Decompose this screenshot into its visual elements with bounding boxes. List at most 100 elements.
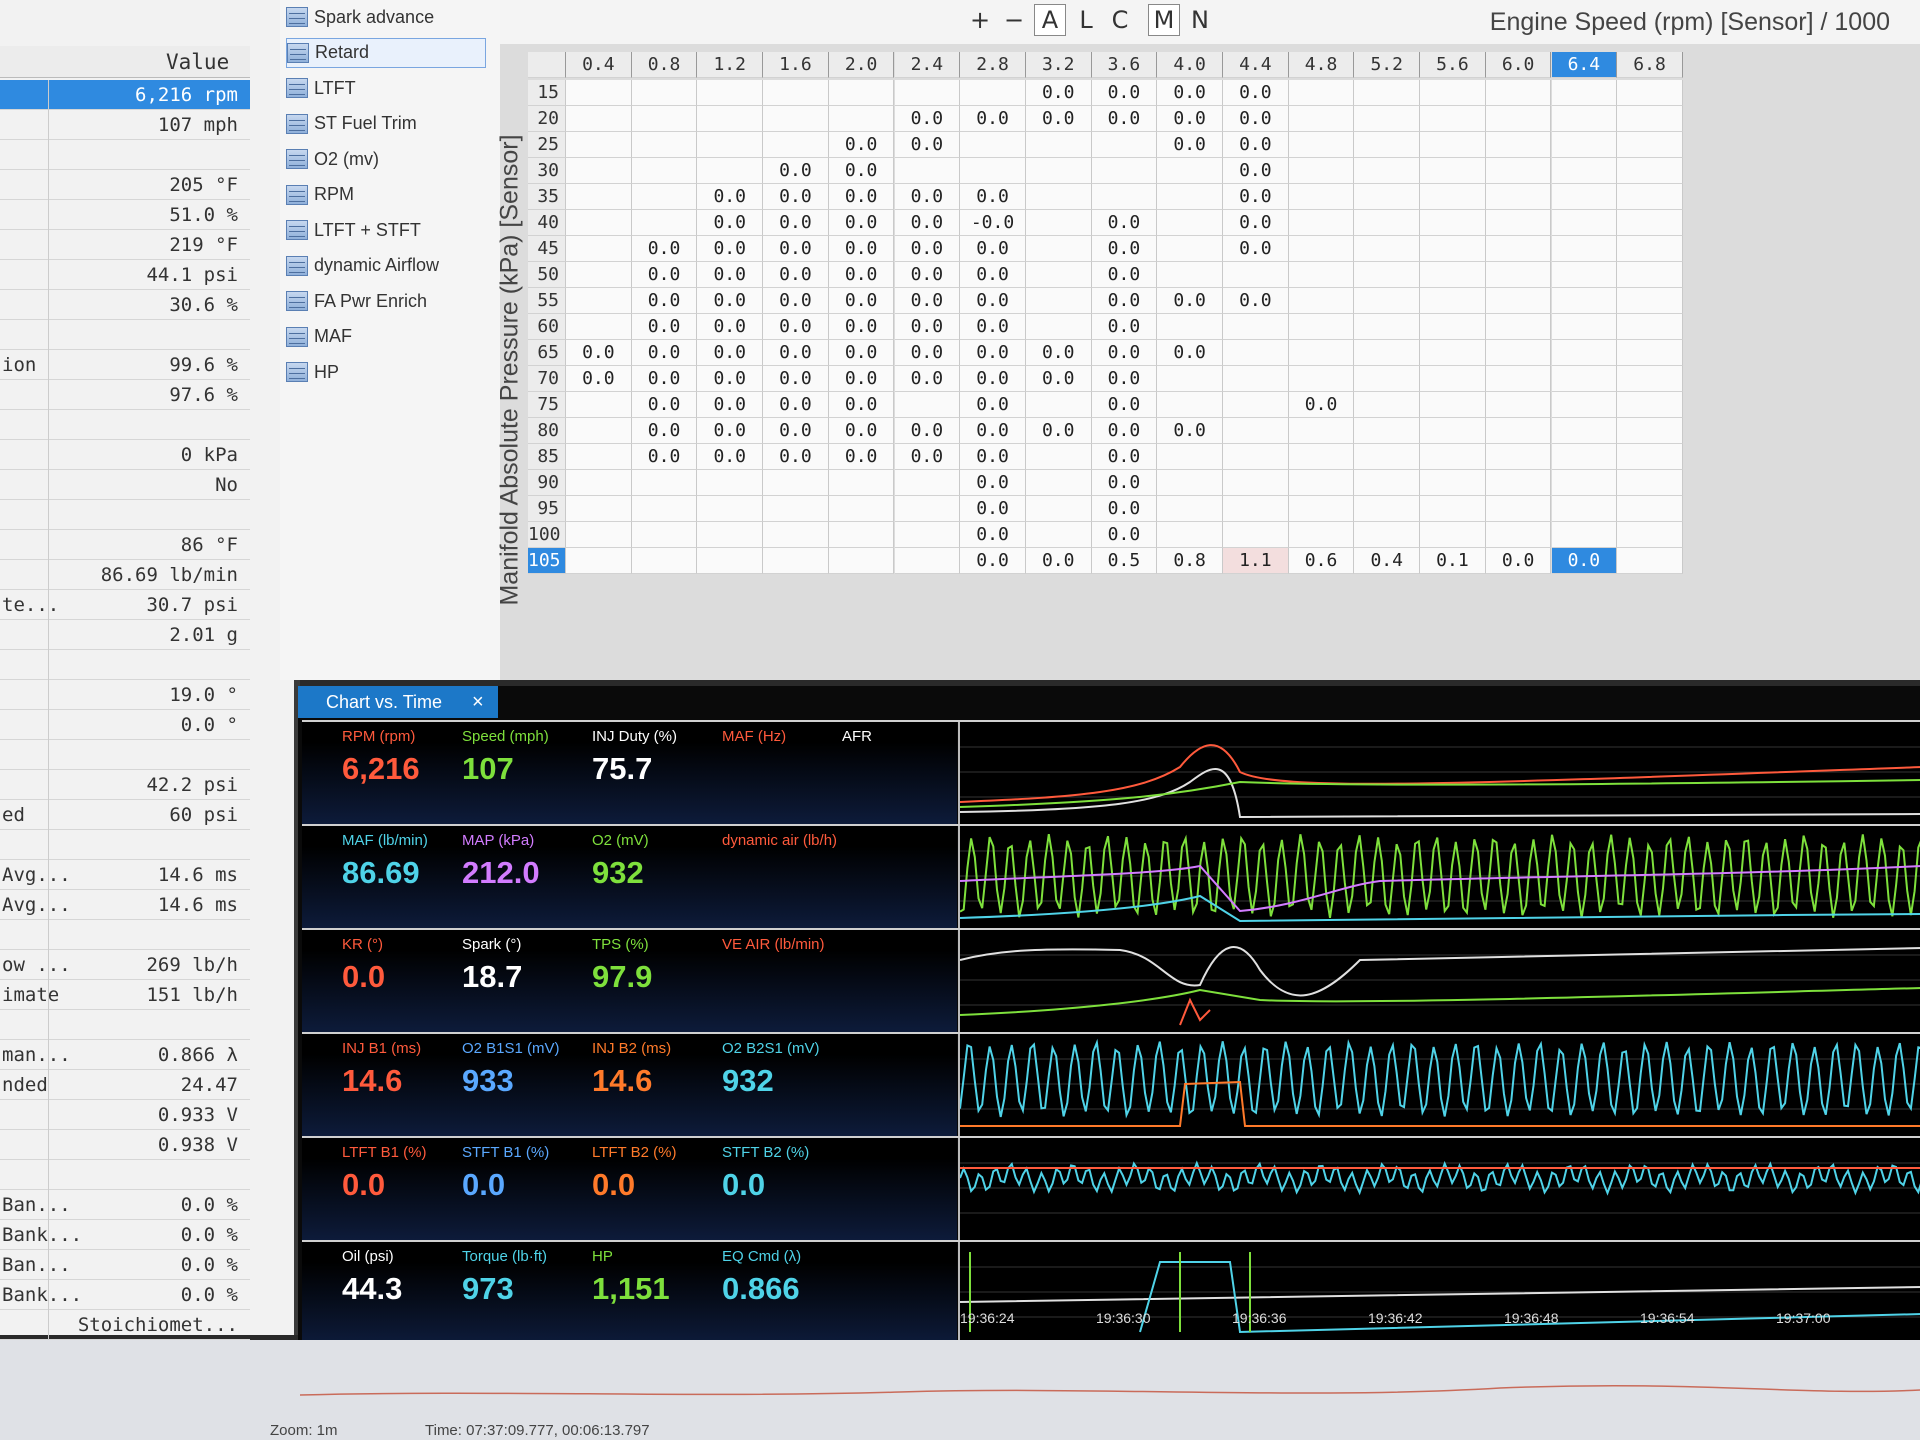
column-header[interactable]: 4.0 xyxy=(1157,52,1223,78)
value-column-header[interactable]: Value xyxy=(0,46,250,78)
parameter-row[interactable] xyxy=(0,740,250,770)
parameter-row[interactable]: Bank... 0.0 % xyxy=(0,1220,250,1250)
auto-button[interactable]: A xyxy=(1034,4,1066,36)
grid-cell[interactable] xyxy=(1551,418,1618,444)
row-header[interactable]: 15 xyxy=(528,80,566,106)
grid-cell[interactable] xyxy=(1617,496,1683,522)
grid-cell[interactable] xyxy=(1420,444,1486,470)
grid-cell[interactable] xyxy=(763,106,829,132)
row-header[interactable]: 80 xyxy=(528,418,566,444)
column-header[interactable]: 1.2 xyxy=(697,52,764,78)
grid-cell[interactable]: 0.0 xyxy=(960,314,1026,340)
grid-cell[interactable] xyxy=(1551,184,1618,210)
grid-cell[interactable] xyxy=(631,496,698,522)
grid-cell[interactable] xyxy=(1485,210,1552,236)
grid-cell[interactable] xyxy=(631,548,698,574)
grid-cell[interactable] xyxy=(1485,80,1552,106)
grid-cell[interactable] xyxy=(1223,470,1289,496)
grid-cell[interactable]: 0.0 xyxy=(1091,288,1158,314)
grid-cell[interactable] xyxy=(1617,80,1683,106)
grid-cell[interactable] xyxy=(828,522,895,548)
grid-cell[interactable] xyxy=(1485,470,1552,496)
grid-cell[interactable] xyxy=(828,106,895,132)
grid-cell[interactable] xyxy=(1617,366,1683,392)
row-header[interactable]: 100 xyxy=(528,522,566,548)
grid-cell[interactable]: 0.0 xyxy=(1288,392,1355,418)
grid-cell[interactable] xyxy=(1617,340,1683,366)
grid-cell[interactable] xyxy=(1025,496,1092,522)
grid-cell[interactable] xyxy=(894,158,961,184)
grid-cell[interactable]: 0.0 xyxy=(697,444,764,470)
parameter-row[interactable]: 107 mph xyxy=(0,110,250,140)
grid-cell[interactable]: 0.0 xyxy=(828,158,895,184)
grid-cell[interactable]: 0.0 xyxy=(1157,340,1223,366)
grid-cell[interactable] xyxy=(697,522,764,548)
gauge-readout[interactable]: STFT B2 (%) 0.0 xyxy=(722,1144,852,1203)
grid-cell[interactable]: 0.0 xyxy=(631,392,698,418)
map-list-item[interactable]: Retard xyxy=(286,37,486,68)
grid-cell[interactable] xyxy=(566,314,632,340)
grid-cell[interactable] xyxy=(1025,522,1092,548)
grid-cell[interactable] xyxy=(1354,470,1421,496)
grid-cell[interactable] xyxy=(566,158,632,184)
gauge-readout[interactable]: RPM (rpm) 6,216 xyxy=(342,728,472,787)
grid-cell[interactable]: 0.0 xyxy=(960,548,1026,574)
grid-cell[interactable]: 0.0 xyxy=(1091,340,1158,366)
trace-plot[interactable] xyxy=(958,722,1920,824)
grid-cell[interactable]: 0.0 xyxy=(1551,548,1618,574)
grid-cell[interactable]: 0.0 xyxy=(1025,366,1092,392)
grid-cell[interactable]: 0.0 xyxy=(1223,158,1289,184)
grid-cell[interactable]: 0.0 xyxy=(697,366,764,392)
grid-cell[interactable] xyxy=(1551,106,1618,132)
gauge-readout[interactable]: dynamic air (lb/h) xyxy=(722,832,852,855)
grid-cell[interactable]: 0.0 xyxy=(960,366,1026,392)
parameter-row[interactable]: Stoichiomet... xyxy=(0,1310,250,1340)
grid-cell[interactable]: 0.0 xyxy=(1157,418,1223,444)
grid-cell[interactable] xyxy=(1354,106,1421,132)
row-header[interactable]: 85 xyxy=(528,444,566,470)
grid-cell[interactable] xyxy=(1420,106,1486,132)
grid-cell[interactable]: 0.0 xyxy=(828,236,895,262)
grid-cell[interactable] xyxy=(1223,392,1289,418)
parameter-row[interactable]: 44.1 psi xyxy=(0,260,250,290)
parameter-row[interactable]: 86.69 lb/min xyxy=(0,560,250,590)
column-header[interactable]: 3.2 xyxy=(1025,52,1092,78)
grid-cell[interactable] xyxy=(1420,366,1486,392)
map-list-item[interactable]: O2 (mv) xyxy=(286,144,486,174)
grid-cell[interactable]: 0.0 xyxy=(763,236,829,262)
gauge-readout[interactable]: MAF (lb/min) 86.69 xyxy=(342,832,472,891)
grid-cell[interactable]: 0.0 xyxy=(960,340,1026,366)
trace-plot[interactable] xyxy=(958,1034,1920,1136)
grid-cell[interactable] xyxy=(1617,392,1683,418)
grid-cell[interactable] xyxy=(1288,444,1355,470)
row-header[interactable]: 25 xyxy=(528,132,566,158)
parameter-row[interactable] xyxy=(0,830,250,860)
parameter-row[interactable]: 219 °F xyxy=(0,230,250,260)
grid-cell[interactable]: 0.0 xyxy=(894,366,961,392)
row-header[interactable]: 95 xyxy=(528,496,566,522)
row-header[interactable]: 70 xyxy=(528,366,566,392)
row-header[interactable]: 45 xyxy=(528,236,566,262)
column-header[interactable]: 6.4 xyxy=(1551,52,1618,78)
grid-cell[interactable] xyxy=(1617,470,1683,496)
grid-cell[interactable] xyxy=(1354,184,1421,210)
grid-cell[interactable]: 0.0 xyxy=(631,366,698,392)
grid-cell[interactable]: 0.0 xyxy=(960,184,1026,210)
grid-cell[interactable] xyxy=(631,210,698,236)
grid-cell[interactable] xyxy=(763,522,829,548)
grid-cell[interactable]: 0.0 xyxy=(697,236,764,262)
parameter-row[interactable]: 30.6 % xyxy=(0,290,250,320)
grid-cell[interactable] xyxy=(1551,262,1618,288)
parameter-row[interactable] xyxy=(0,320,250,350)
grid-cell[interactable]: 0.0 xyxy=(1091,418,1158,444)
row-header[interactable]: 60 xyxy=(528,314,566,340)
gauge-readout[interactable]: KR (°) 0.0 xyxy=(342,936,472,995)
grid-cell[interactable]: 0.0 xyxy=(894,236,961,262)
parameter-row[interactable]: ion 99.6 % xyxy=(0,350,250,380)
parameter-row[interactable]: Ban... 0.0 % xyxy=(0,1250,250,1280)
parameter-row[interactable]: 2.01 g xyxy=(0,620,250,650)
parameter-row[interactable]: 6,216 rpm xyxy=(0,80,250,110)
grid-cell[interactable] xyxy=(1485,158,1552,184)
grid-cell[interactable] xyxy=(631,132,698,158)
grid-cell[interactable]: 0.5 xyxy=(1091,548,1158,574)
